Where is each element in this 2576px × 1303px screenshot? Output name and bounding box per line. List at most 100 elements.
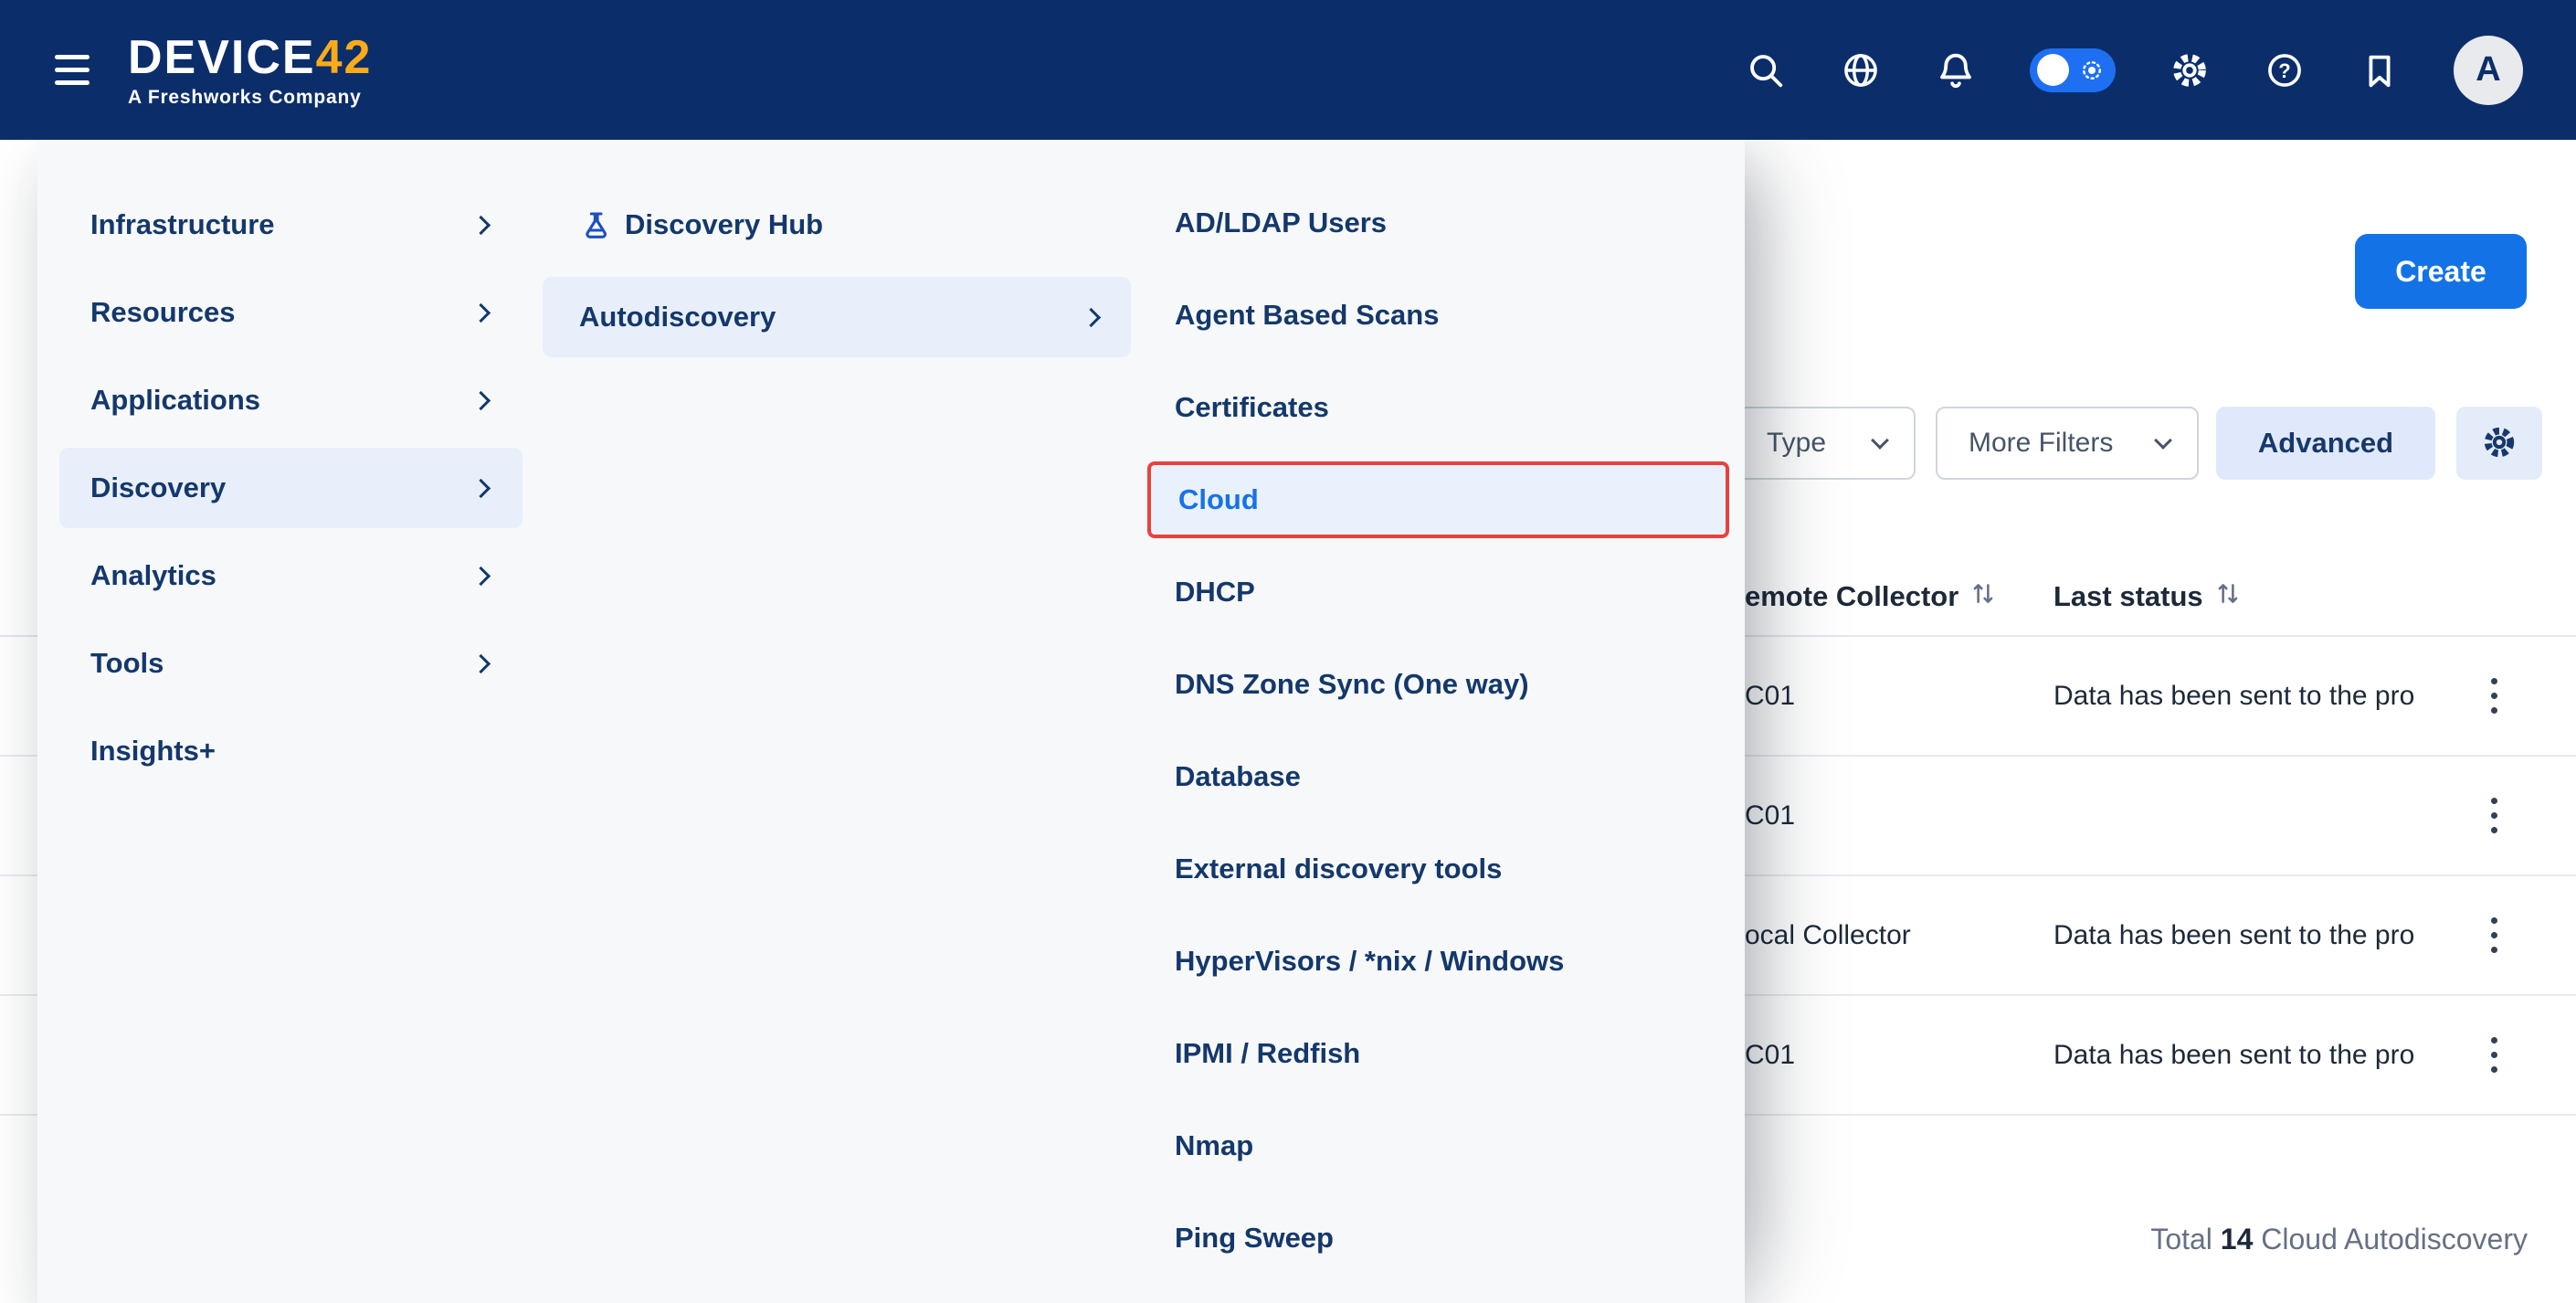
sun-icon	[2078, 57, 2106, 84]
chevron-right-icon	[471, 302, 491, 322]
cell-remote-collector: C01	[1745, 800, 1795, 832]
menu-item-ipmi-redfish[interactable]: IPMI / Redfish	[1147, 1015, 1729, 1092]
cell-remote-collector: C01	[1745, 681, 1795, 712]
menu-item-nmap[interactable]: Nmap	[1147, 1107, 1729, 1184]
avatar-initial: A	[2476, 50, 2500, 90]
menu-item-analytics[interactable]: Analytics	[59, 535, 523, 616]
menu-item-label: Certificates	[1175, 391, 1329, 424]
type-filter-label: Type	[1767, 428, 1826, 459]
cell-last-status: Data has been sent to the pro	[2053, 681, 2414, 712]
chevron-right-icon	[471, 390, 491, 409]
discovery-hub-icon	[579, 210, 608, 239]
user-avatar[interactable]: A	[2454, 36, 2523, 105]
cell-remote-collector: ocal Collector	[1745, 920, 1911, 951]
menu-item-autodiscovery[interactable]: Autodiscovery	[543, 277, 1131, 357]
gear-icon[interactable]	[2169, 49, 2211, 91]
menu-level1: Infrastructure Resources Applications Di…	[37, 140, 543, 1303]
column-label: Last status	[2053, 580, 2203, 613]
search-icon[interactable]	[1745, 49, 1787, 91]
column-header-last-status[interactable]: Last status	[2053, 579, 2240, 614]
menu-item-label: IPMI / Redfish	[1175, 1037, 1360, 1070]
menu-item-label: Insights+	[90, 735, 216, 768]
menu-item-ping-sweep[interactable]: Ping Sweep	[1147, 1200, 1729, 1277]
brand-tagline: A Freshworks Company	[128, 88, 372, 107]
cell-remote-collector: C01	[1745, 1040, 1795, 1071]
menu-item-hypervisors-nix-windows[interactable]: HyperVisors / *nix / Windows	[1147, 923, 1729, 1000]
menu-item-label: Ping Sweep	[1175, 1222, 1334, 1255]
row-actions-kebab[interactable]	[2476, 667, 2512, 726]
menu-item-label: AD/LDAP Users	[1175, 207, 1387, 239]
bookmark-icon[interactable]	[2359, 49, 2401, 91]
cell-last-status: Data has been sent to the pro	[2053, 1040, 2414, 1071]
total-count: 14	[2221, 1223, 2254, 1255]
row-actions-kebab[interactable]	[2476, 906, 2512, 965]
menu-item-label: DNS Zone Sync (One way)	[1175, 668, 1529, 701]
menu-item-discovery[interactable]: Discovery	[59, 448, 523, 528]
total-prefix: Total	[2150, 1223, 2212, 1255]
globe-icon[interactable]	[1840, 49, 1882, 91]
chevron-right-icon	[1082, 307, 1101, 326]
menu-level2: Discovery Hub Autodiscovery	[543, 140, 1135, 1303]
create-button[interactable]: Create	[2355, 234, 2527, 309]
more-filters-dropdown[interactable]: More Filters	[1936, 407, 2199, 480]
menu-item-label: Database	[1175, 760, 1301, 793]
advanced-button[interactable]: Advanced	[2216, 407, 2435, 480]
menu-item-database[interactable]: Database	[1147, 738, 1729, 815]
cell-last-status: Data has been sent to the pro	[2053, 920, 2414, 951]
table-total-count: Total 14 Cloud Autodiscovery	[2150, 1223, 2528, 1256]
menu-item-label: Cloud	[1178, 483, 1259, 516]
theme-toggle[interactable]	[2030, 48, 2116, 92]
row-actions-kebab[interactable]	[2476, 787, 2512, 845]
menu-item-label: Analytics	[90, 559, 216, 592]
menu-item-label: Agent Based Scans	[1175, 299, 1439, 332]
menu-item-label: Resources	[90, 296, 236, 329]
chevron-right-icon	[471, 653, 491, 673]
menu-item-dhcp[interactable]: DHCP	[1147, 554, 1729, 630]
chevron-down-icon	[2154, 431, 2172, 450]
menu-level3: AD/LDAP Users Agent Based Scans Certific…	[1135, 140, 1729, 1303]
menu-item-tools[interactable]: Tools	[59, 623, 523, 704]
sort-icon[interactable]	[2216, 579, 2240, 614]
column-label: emote Collector	[1745, 580, 1958, 613]
menu-item-label: External discovery tools	[1175, 853, 1502, 885]
brand-logo[interactable]: DEVICE42 A Freshworks Company	[128, 34, 372, 107]
menu-item-resources[interactable]: Resources	[59, 272, 523, 353]
svg-text:?: ?	[2278, 59, 2290, 82]
menu-item-ad-ldap-users[interactable]: AD/LDAP Users	[1147, 185, 1729, 261]
column-header-remote-collector[interactable]: emote Collector	[1745, 579, 1995, 614]
menu-item-infrastructure[interactable]: Infrastructure	[59, 185, 523, 265]
menu-item-certificates[interactable]: Certificates	[1147, 369, 1729, 446]
menu-item-label: Autodiscovery	[579, 301, 776, 334]
menu-item-label: Applications	[90, 384, 260, 417]
menu-item-label: DHCP	[1175, 576, 1255, 609]
menu-item-label: Tools	[90, 647, 164, 680]
menu-item-discovery-hub[interactable]: Discovery Hub	[543, 185, 1131, 265]
menu-item-applications[interactable]: Applications	[59, 360, 523, 440]
menu-item-agent-based-scans[interactable]: Agent Based Scans	[1147, 277, 1729, 354]
brand-accent: 42	[316, 31, 373, 84]
chevron-down-icon	[1871, 431, 1889, 450]
menu-item-cloud[interactable]: Cloud	[1147, 461, 1729, 538]
menu-item-external-discovery-tools[interactable]: External discovery tools	[1147, 831, 1729, 907]
menu-item-label: Nmap	[1175, 1129, 1253, 1162]
top-navbar: DEVICE42 A Freshworks Company	[0, 0, 2576, 140]
row-actions-kebab[interactable]	[2476, 1026, 2512, 1085]
chevron-right-icon	[471, 215, 491, 234]
mega-menu-panel: Infrastructure Resources Applications Di…	[37, 140, 1745, 1303]
chevron-right-icon	[471, 478, 491, 497]
menu-item-label: Infrastructure	[90, 208, 275, 241]
menu-item-label: Discovery	[90, 471, 226, 504]
total-suffix: Cloud Autodiscovery	[2261, 1223, 2528, 1255]
bell-icon[interactable]	[1935, 49, 1977, 91]
brand-name: DEVICE	[128, 31, 316, 84]
chevron-right-icon	[471, 566, 491, 585]
sort-icon[interactable]	[1971, 579, 1995, 614]
more-filters-label: More Filters	[1969, 428, 2113, 459]
menu-item-insights[interactable]: Insights+	[59, 711, 523, 791]
help-icon[interactable]: ?	[2264, 49, 2306, 91]
menu-item-dns-zone-sync[interactable]: DNS Zone Sync (One way)	[1147, 646, 1729, 723]
menu-item-label: HyperVisors / *nix / Windows	[1175, 945, 1564, 978]
hamburger-menu-icon[interactable]	[53, 49, 91, 90]
menu-item-label: Discovery Hub	[625, 208, 823, 241]
table-settings-button[interactable]	[2456, 407, 2542, 480]
